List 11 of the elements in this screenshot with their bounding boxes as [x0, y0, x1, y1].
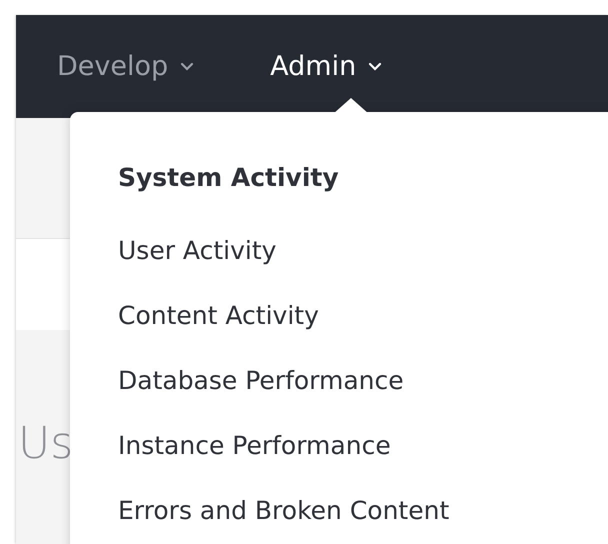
menu-item[interactable]: User Activity [118, 218, 276, 283]
chevron-down-icon [368, 62, 382, 71]
menu-item[interactable]: Database Performance [118, 348, 404, 413]
chevron-down-icon [180, 62, 194, 71]
menu-item[interactable]: Content Activity [118, 283, 319, 348]
page-heading: Us [18, 418, 74, 469]
nav-menu-item[interactable]: Develop [57, 51, 194, 82]
nav-menu-item[interactable]: Admin [270, 51, 382, 82]
menu-section-heading: System Activity [118, 162, 339, 194]
menu-item[interactable]: Errors and Broken Content [118, 478, 450, 543]
menu-item[interactable]: Instance Performance [118, 413, 391, 478]
